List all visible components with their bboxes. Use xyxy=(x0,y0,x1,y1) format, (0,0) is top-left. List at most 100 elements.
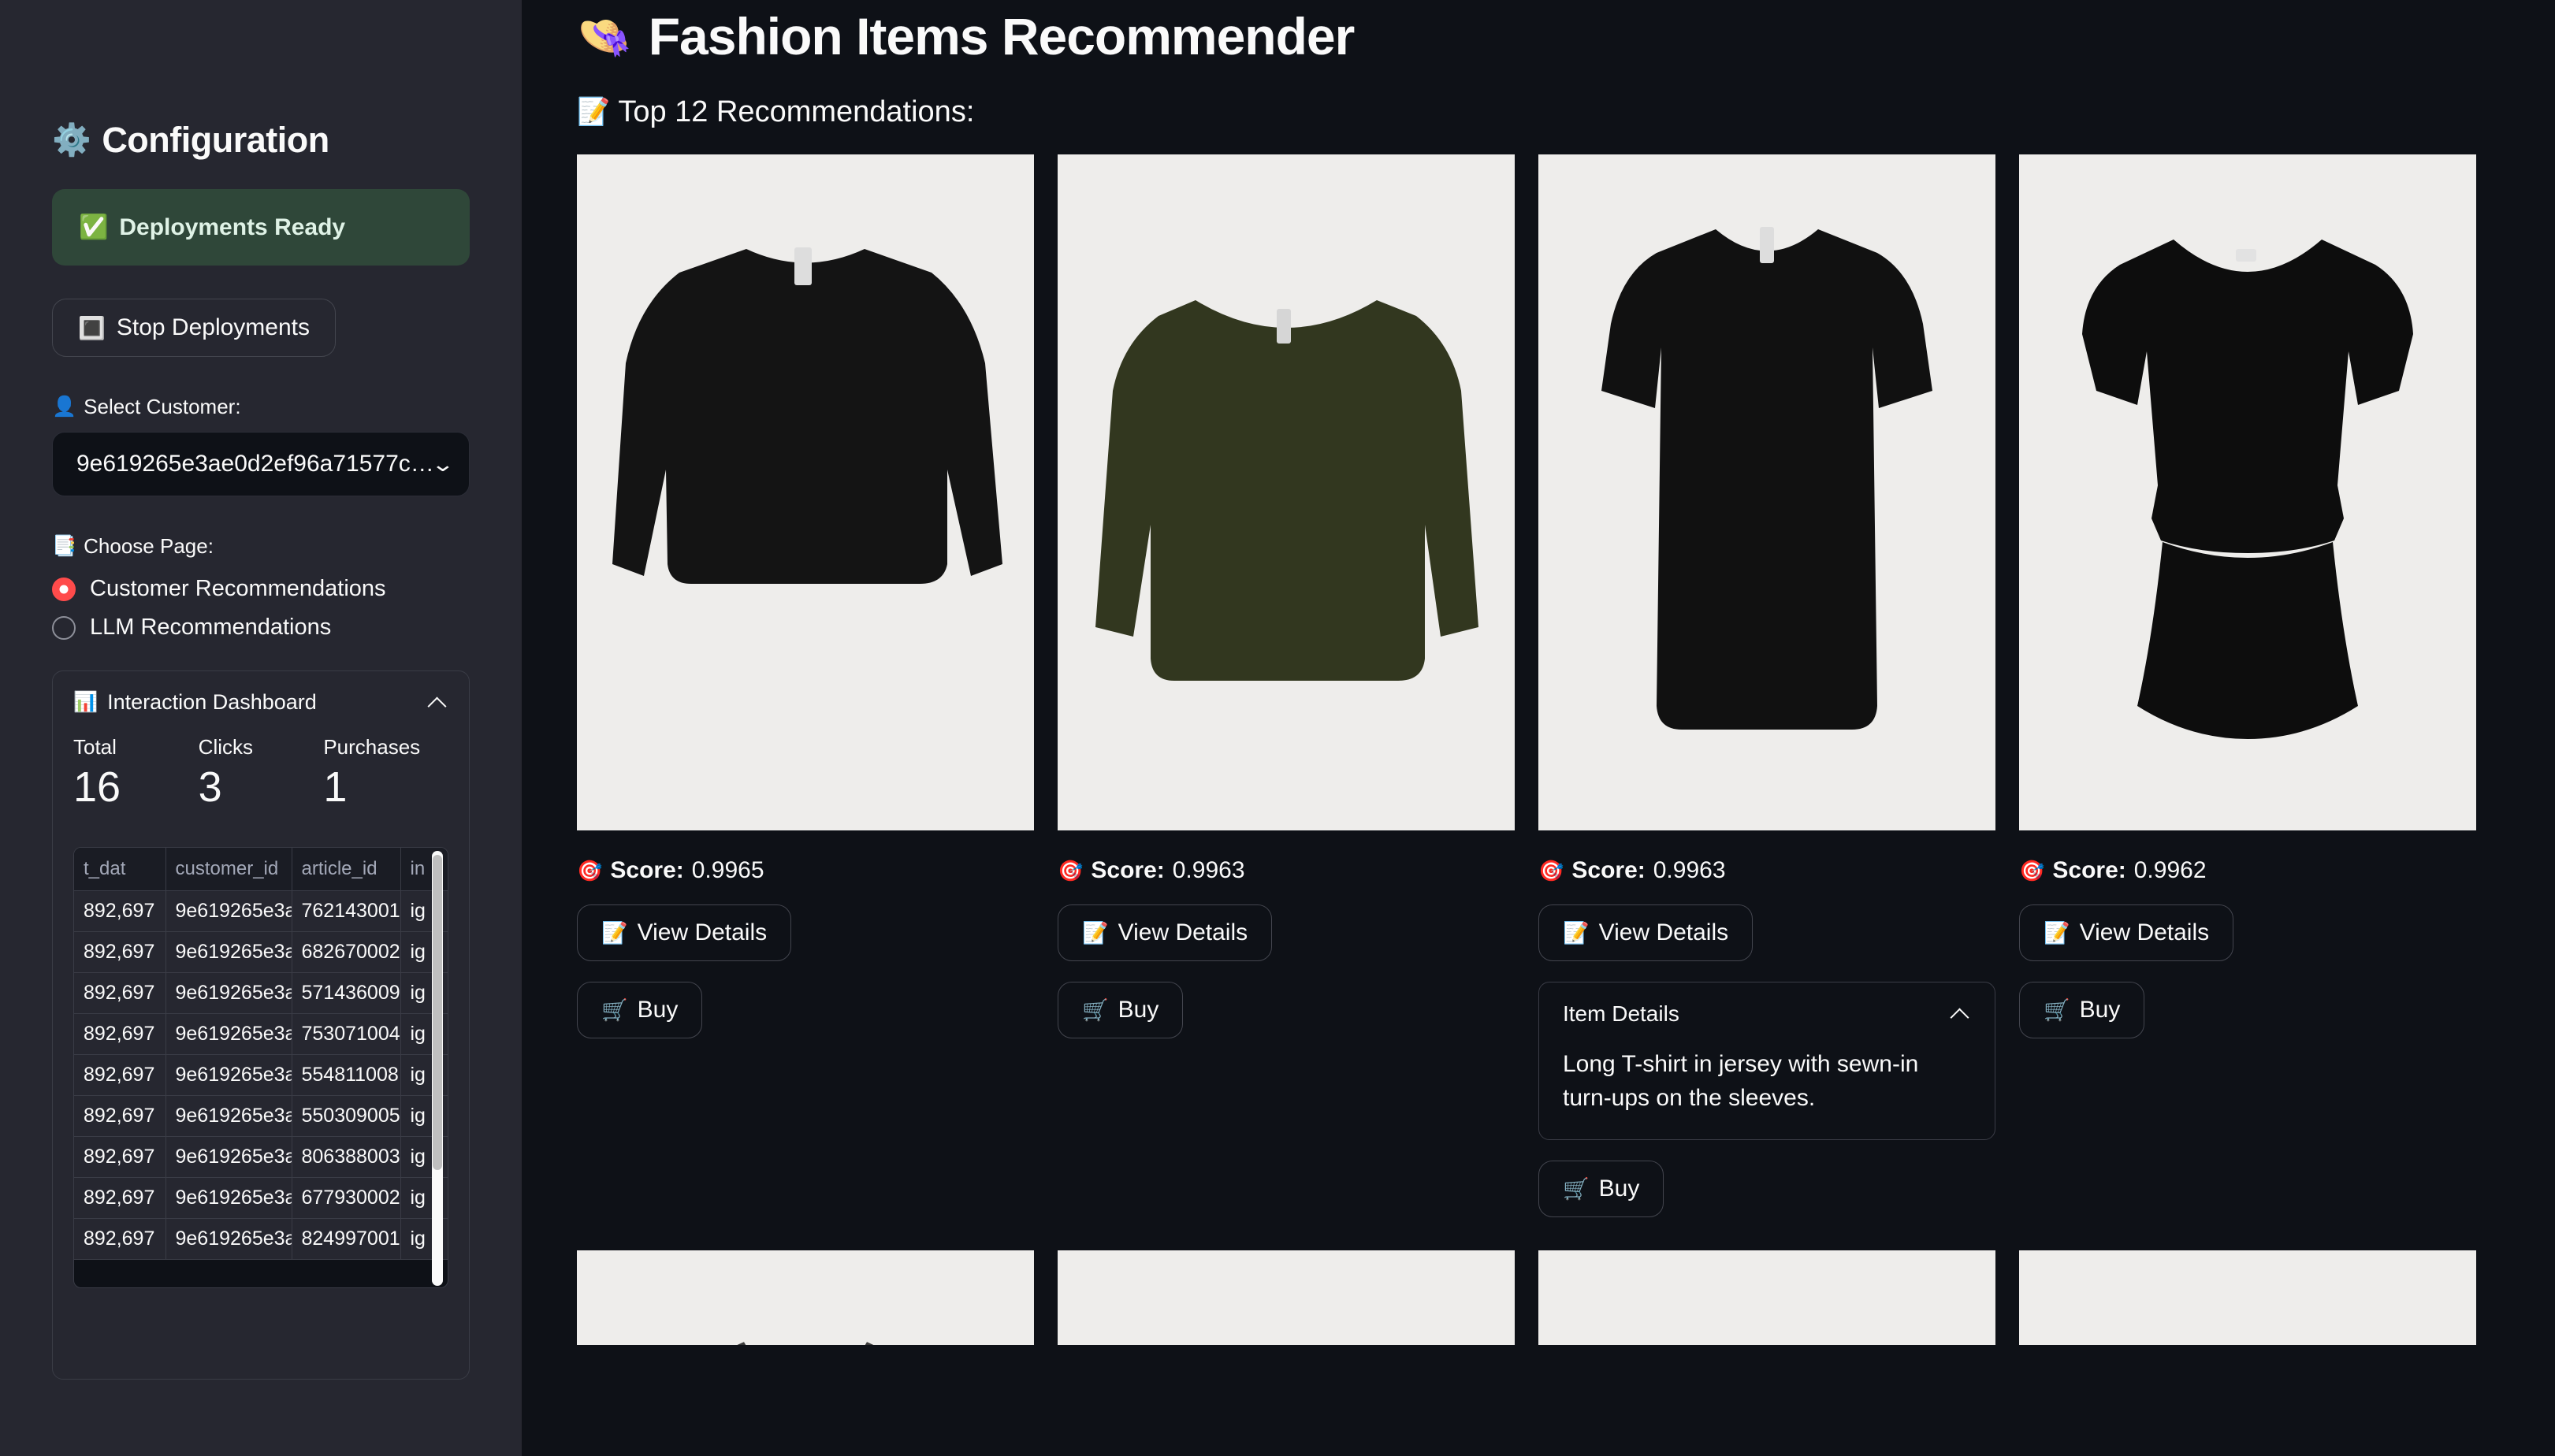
cell-customer-id: 9e619265e3ae xyxy=(165,1218,292,1261)
recommendation-card: 🎯 Score: 0.9963 📝 View Details 🛒 Buy xyxy=(1058,154,1515,1038)
chevron-up-icon[interactable] xyxy=(1951,1004,1971,1024)
item-details-title: Item Details xyxy=(1563,1001,1679,1026)
select-customer-label: 👤 Select Customer: xyxy=(52,395,470,419)
stop-button-icon: 🔳 xyxy=(78,315,106,340)
cell-t-dat: 892,697 xyxy=(74,931,166,974)
main-content: 👒 Fashion Items Recommender 📝 Top 12 Rec… xyxy=(522,0,2555,1456)
sidebar-title: ⚙️ Configuration xyxy=(52,120,470,161)
metric-clicks-label: Clicks xyxy=(198,735,254,759)
interaction-dashboard-header[interactable]: 📊 Interaction Dashboard xyxy=(73,690,448,715)
score-label: Score: xyxy=(2052,856,2126,883)
select-customer-label-text: Select Customer: xyxy=(84,395,241,418)
view-details-label: View Details xyxy=(1598,919,1729,945)
pages-icon: 📑 xyxy=(52,535,77,557)
table-row: 892,697 9e619265e3ae 806388003 ig xyxy=(74,1136,448,1179)
shopping-cart-icon: 🛒 xyxy=(1563,1176,1590,1201)
buy-label: Buy xyxy=(2079,996,2121,1023)
score-value: 0.9962 xyxy=(2133,856,2207,883)
stop-deployments-label: Stop Deployments xyxy=(116,314,311,340)
view-details-button[interactable]: 📝 View Details xyxy=(1538,904,1754,961)
score-label: Score: xyxy=(610,856,684,883)
cell-customer-id: 9e619265e3ae xyxy=(165,1177,292,1220)
direct-hit-icon: 🎯 xyxy=(2019,858,2045,882)
cell-article-id: 554811008 xyxy=(292,1054,401,1097)
item-details-expander: Item Details Long T-shirt in jersey with… xyxy=(1538,981,1995,1140)
buy-label: Buy xyxy=(1118,996,1159,1023)
bust-in-silhouette-icon: 👤 xyxy=(52,396,77,418)
radio-customer-recommendations[interactable]: Customer Recommendations xyxy=(52,576,470,602)
chevron-up-icon[interactable] xyxy=(428,693,448,713)
cell-customer-id: 9e619265e3ae xyxy=(165,1095,292,1138)
page-title: 👒 Fashion Items Recommender xyxy=(577,0,2555,65)
score-line: 🎯 Score: 0.9965 xyxy=(577,857,1034,884)
view-details-button[interactable]: 📝 View Details xyxy=(577,904,792,961)
view-details-label: View Details xyxy=(637,919,768,945)
score-label: Score: xyxy=(1091,856,1165,883)
metric-clicks-value: 3 xyxy=(198,763,222,811)
shopping-cart-icon: 🛒 xyxy=(1082,997,1109,1022)
table-row: 892,697 9e619265e3ae 554811008 ig xyxy=(74,1054,448,1097)
product-image-white-blank-item[interactable] xyxy=(1058,1250,1515,1345)
col-t-dat: t_dat xyxy=(74,848,166,892)
memo-icon: 📝 xyxy=(601,920,628,945)
cell-customer-id: 9e619265e3ae xyxy=(165,1013,292,1056)
customer-select-value: 9e619265e3ae0d2ef96a71577c… xyxy=(76,451,434,477)
interactions-table-wrapper: t_dat customer_id article_id in 892,697 … xyxy=(73,847,448,1289)
item-details-description: Long T-shirt in jersey with sewn-in turn… xyxy=(1563,1050,1919,1112)
metric-purchases: Purchases 1 xyxy=(323,735,448,811)
memo-icon: 📝 xyxy=(577,97,611,128)
interaction-dashboard-panel: 📊 Interaction Dashboard Total 16 Clicks … xyxy=(52,670,470,1380)
choose-page-label: 📑 Choose Page: xyxy=(52,534,470,559)
cell-customer-id: 9e619265e3ae xyxy=(165,890,292,933)
interactions-table-body: 892,697 9e619265e3ae 762143001 ig 892,69… xyxy=(74,890,448,1261)
cell-t-dat: 892,697 xyxy=(74,972,166,1015)
customer-select[interactable]: 9e619265e3ae0d2ef96a71577c… ⌄ xyxy=(52,432,470,496)
cell-t-dat: 892,697 xyxy=(74,1177,166,1220)
score-value: 0.9963 xyxy=(1172,856,1245,883)
radio-unselected-icon xyxy=(52,615,76,640)
recommendations-subtitle: 📝 Top 12 Recommendations: xyxy=(577,95,2555,129)
direct-hit-icon: 🎯 xyxy=(1058,858,1084,882)
table-vertical-scrollbar[interactable] xyxy=(432,851,443,1287)
chevron-down-icon: ⌄ xyxy=(430,451,455,476)
buy-button[interactable]: 🛒 Buy xyxy=(2019,981,2145,1038)
product-image-olive-green-boat-neck-top[interactable] xyxy=(1058,154,1515,830)
recommendations-grid-row-2 xyxy=(577,1250,2555,1345)
recommendation-card: 🎯 Score: 0.9965 📝 View Details 🛒 Buy xyxy=(577,154,1034,1038)
product-image-black-shorts[interactable] xyxy=(2019,1250,2476,1345)
cell-t-dat: 892,697 xyxy=(74,890,166,933)
gear-icon: ⚙️ xyxy=(52,123,91,158)
cell-article-id: 753071004 xyxy=(292,1013,401,1056)
score-line: 🎯 Score: 0.9963 xyxy=(1058,857,1515,884)
view-details-label: View Details xyxy=(1118,919,1248,945)
buy-label: Buy xyxy=(1598,1175,1640,1202)
view-details-label: View Details xyxy=(2079,919,2210,945)
radio-selected-icon xyxy=(52,577,76,601)
recommendations-grid: 🎯 Score: 0.9965 📝 View Details 🛒 Buy 🎯 S… xyxy=(577,154,2555,1217)
direct-hit-icon: 🎯 xyxy=(1538,858,1564,882)
view-details-button[interactable]: 📝 View Details xyxy=(2019,904,2234,961)
cell-customer-id: 9e619265e3ae xyxy=(165,931,292,974)
product-image-pink-camisole[interactable] xyxy=(1538,1250,1995,1345)
table-row: 892,697 9e619265e3ae 550309005 ig xyxy=(74,1095,448,1138)
item-details-header[interactable]: Item Details xyxy=(1563,1001,1971,1027)
metric-purchases-value: 1 xyxy=(323,763,348,811)
product-image-black-short-sleeve-dress[interactable] xyxy=(2019,154,2476,830)
product-image-dark-grey-vneck-top[interactable] xyxy=(577,1250,1034,1345)
status-badge-deployments-ready: ✅ Deployments Ready xyxy=(52,189,470,266)
product-image-black-short-sleeve-long-tshirt[interactable] xyxy=(1538,154,1995,830)
sidebar-title-label: Configuration xyxy=(102,120,329,160)
view-details-button[interactable]: 📝 View Details xyxy=(1058,904,1273,961)
cell-customer-id: 9e619265e3ae xyxy=(165,1136,292,1179)
stop-deployments-button[interactable]: 🔳 Stop Deployments xyxy=(52,299,337,357)
table-row: 892,697 9e619265e3ae 762143001 ig xyxy=(74,890,448,933)
score-value: 0.9965 xyxy=(691,856,764,883)
buy-button[interactable]: 🛒 Buy xyxy=(577,981,703,1038)
buy-button[interactable]: 🛒 Buy xyxy=(1538,1160,1664,1217)
radio-llm-recommendations-label: LLM Recommendations xyxy=(90,615,332,640)
score-line: 🎯 Score: 0.9962 xyxy=(2019,857,2476,884)
interactions-table: t_dat customer_id article_id in 892,697 … xyxy=(74,848,448,1261)
buy-button[interactable]: 🛒 Buy xyxy=(1058,981,1184,1038)
product-image-black-long-sleeve-crop-top[interactable] xyxy=(577,154,1034,830)
radio-llm-recommendations[interactable]: LLM Recommendations xyxy=(52,615,470,641)
